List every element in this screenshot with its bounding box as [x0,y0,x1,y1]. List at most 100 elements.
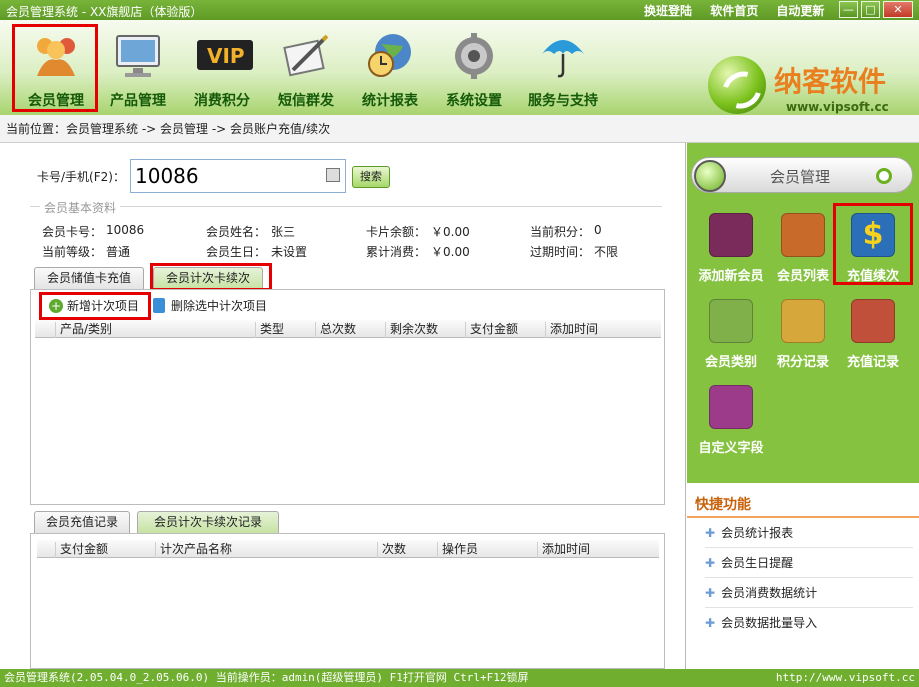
delete-count-item-button[interactable]: 删除选中计次项目 [151,295,267,317]
add-member-button[interactable]: 添加新会员 [697,213,765,284]
brand-url: www.vipsoft.cc [786,100,889,114]
records-grid-header: 支付金额 计次产品名称 次数 操作员 添加时间 [37,540,659,558]
column-header: 类型 [255,322,315,338]
function-label: 自定义字段 [698,441,764,456]
total-spend-value: ￥0.00 [431,245,470,259]
globe-clock-icon [365,30,415,80]
ring-icon [876,168,892,184]
toolbar-service-support[interactable]: 服务与支持 [520,24,606,110]
selection-highlight [833,203,913,285]
tab-recharge-records[interactable]: 会员充值记录 [34,511,130,533]
member-birthday-value: 未设置 [271,245,308,259]
member-field-label: 卡片余额： [366,225,427,239]
status-bar: 会员管理系统(2.05.04.0_2.05.06.0) 当前操作员：admin(… [0,669,919,687]
column-header: 次数 [377,542,437,558]
function-label: 添加新会员 [698,269,764,284]
toolbar-label: 消费积分 [194,93,250,109]
toolbar-label: 系统设置 [446,93,502,109]
recharge-record-button[interactable]: 充值记录 [839,299,907,370]
main-toolbar: 会员管理 产品管理 VIP 消费积分 短信群发 统计报表 系统设置 服务与支持 … [0,20,919,115]
switch-shift-link[interactable]: 换班登陆 [644,4,692,18]
divider [705,577,913,578]
status-text: 会员管理系统(2.05.04.0_2.05.06.0) 当前操作员：admin(… [4,671,529,684]
category-icon [709,299,753,343]
right-panel: 会员管理 添加新会员 会员列表 $ 充值续次 会员类别 积分记录 充值记录 自定… [687,143,919,669]
column-header: 总次数 [315,322,385,338]
quick-divider [687,516,919,518]
brand-orb-icon [708,56,766,114]
member-field-label: 当前积分： [530,225,591,239]
column-header: 添加时间 [537,542,657,558]
card-phone-label: 卡号/手机(F2)： [37,170,125,184]
brand-name: 纳客软件 [774,65,887,98]
monitor-icon [113,30,163,80]
divider [705,607,913,608]
member-field-label: 过期时间： [530,245,591,259]
column-header: 计次产品名称 [155,542,377,558]
toolbar-label: 服务与支持 [528,93,598,109]
quick-consumption-stats-link[interactable]: 会员消费数据统计 [705,581,817,605]
divider [705,547,913,548]
card-number-input[interactable] [130,159,346,193]
tab-stored-value-recharge[interactable]: 会员储值卡充值 [34,267,144,289]
member-category-button[interactable]: 会员类别 [697,299,765,370]
selection-highlight [12,24,98,112]
toolbar-label: 短信群发 [278,93,334,109]
toolbar-label: 统计报表 [362,93,418,109]
vip-icon: VIP [197,30,253,80]
count-items-grid-header: 产品/类别 类型 总次数 剩余次数 支付金额 添加时间 [35,320,661,338]
points-record-button[interactable]: 积分记录 [769,299,837,370]
member-field-label: 当前等级： [42,245,103,259]
auto-update-link[interactable]: 自动更新 [776,4,824,18]
recharge-record-icon [851,299,895,343]
function-label: 充值记录 [846,355,899,370]
points-truck-icon [781,299,825,343]
maximize-button[interactable]: □ [861,1,880,18]
toolbar-consume-points[interactable]: VIP 消费积分 [180,24,264,110]
quick-birthday-reminder-link[interactable]: 会员生日提醒 [705,551,793,575]
panel-title-bar: 会员管理 [691,157,913,193]
member-list-button[interactable]: 会员列表 [769,213,837,284]
tab-count-renewal-records[interactable]: 会员计次卡续次记录 [137,511,279,533]
function-label: 会员类别 [704,355,757,370]
member-field-label: 会员生日： [206,245,267,259]
sms-icon [281,30,331,80]
software-home-link[interactable]: 软件首页 [710,4,758,18]
column-header: 剩余次数 [385,322,465,338]
window-title: 会员管理系统 - XX旗舰店（体验版） [6,5,203,19]
title-bar: 会员管理系统 - XX旗舰店（体验版） 换班登陆 软件首页 自动更新 — □ ✕ [0,0,919,20]
toolbar-statistics[interactable]: 统计报表 [348,24,432,110]
minimize-button[interactable]: — [839,1,858,18]
gear-icon [449,30,499,80]
column-header: 添加时间 [545,322,655,338]
toolbar-sms-broadcast[interactable]: 短信群发 [264,24,348,110]
count-items-panel: + 新增计次项目 删除选中计次项目 产品/类别 类型 总次数 剩余次数 支付金额… [30,289,665,505]
delete-count-item-label: 删除选中计次项目 [171,299,268,313]
trash-icon [153,298,165,313]
close-button[interactable]: ✕ [883,1,913,18]
expiry-value: 不限 [594,245,619,259]
quick-member-stats-link[interactable]: 会员统计报表 [705,521,793,545]
column-header: 产品/类别 [55,322,255,338]
member-list-icon [781,213,825,257]
member-level-value: 普通 [106,245,131,259]
selection-highlight [39,292,151,320]
orb-icon [694,160,726,192]
member-field-label: 会员卡号： [42,225,103,239]
umbrella-icon [538,30,588,80]
member-field-label: 会员姓名： [206,225,267,239]
quick-batch-import-link[interactable]: 会员数据批量导入 [705,611,817,635]
svg-text:VIP: VIP [207,44,245,68]
card-balance-value: ￥0.00 [431,225,470,239]
status-url[interactable]: http://www.vipsoft.cc [776,669,915,687]
toolbar-system-settings[interactable]: 系统设置 [432,24,516,110]
function-label: 积分记录 [776,355,829,370]
pins-icon [709,385,753,429]
toolbar-product-management[interactable]: 产品管理 [96,24,180,110]
panel-title: 会员管理 [770,168,831,186]
search-button[interactable]: 搜索 [352,166,390,188]
custom-field-button[interactable]: 自定义字段 [697,385,765,456]
keyboard-icon[interactable] [326,168,340,182]
records-panel: 支付金额 计次产品名称 次数 操作员 添加时间 [30,533,665,669]
member-info-heading: 会员基本资料 [40,199,121,216]
